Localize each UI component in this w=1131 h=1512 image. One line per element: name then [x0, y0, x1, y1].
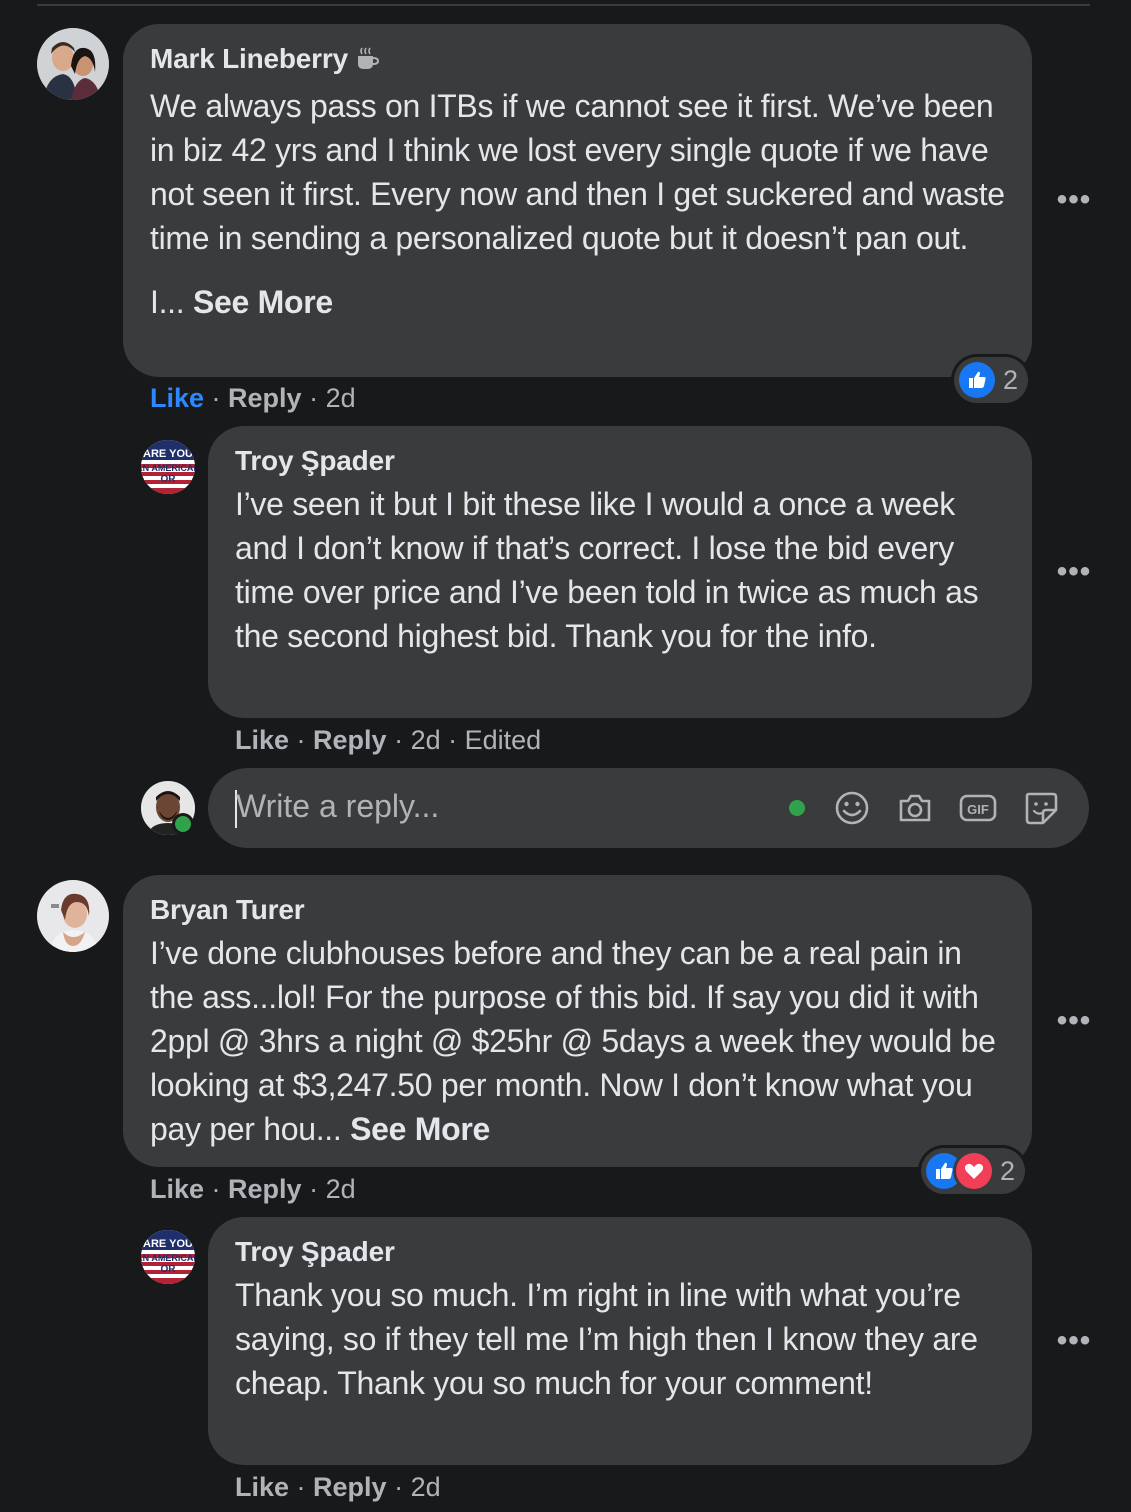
- author-name[interactable]: Bryan Turer: [150, 893, 1005, 927]
- comment-bubble: Bryan Turer I’ve done clubhouses before …: [123, 875, 1032, 1167]
- svg-text:OR: OR: [161, 1264, 177, 1275]
- timestamp[interactable]: 2d: [326, 1174, 356, 1204]
- svg-text:GIF: GIF: [967, 802, 989, 817]
- reply-placeholder: Write a reply...: [236, 788, 440, 824]
- timestamp[interactable]: 2d: [411, 725, 441, 755]
- author-name[interactable]: Mark Lineberry: [150, 43, 348, 74]
- svg-text:ARE YOU: ARE YOU: [143, 448, 193, 460]
- comment-actions: Like · Reply · 2d: [150, 1174, 356, 1204]
- comment-truncated-text: I...: [150, 284, 193, 320]
- profile-photo: ARE YOU AN AMERICAN OR: [141, 440, 195, 494]
- reaction-summary[interactable]: 2: [921, 1148, 1026, 1194]
- reply-button[interactable]: Reply: [313, 725, 387, 755]
- svg-text:AN AMERICAN: AN AMERICAN: [141, 1253, 195, 1263]
- author-name[interactable]: Troy Şpader: [235, 1235, 1005, 1269]
- reply-button[interactable]: Reply: [228, 383, 302, 413]
- active-status-dot: [789, 800, 805, 816]
- comments-thread: Mark Lineberry We always pass on ITBs if…: [0, 0, 1131, 1512]
- sticker-icon[interactable]: [1021, 788, 1061, 828]
- reply-input[interactable]: Write a reply... GIF: [208, 768, 1089, 848]
- profile-photo: [37, 28, 109, 100]
- coffee-cup-icon: [354, 46, 380, 80]
- profile-photo: [37, 880, 109, 952]
- timestamp[interactable]: 2d: [411, 1472, 441, 1502]
- reaction-count: 2: [1000, 1155, 1016, 1186]
- avatar-troy-spader[interactable]: ARE YOU AN AMERICAN OR: [141, 1230, 195, 1284]
- like-button[interactable]: Like: [235, 725, 289, 755]
- reply-button[interactable]: Reply: [313, 1472, 387, 1502]
- comment-text: I’ve seen it but I bit these like I woul…: [235, 486, 979, 654]
- reply-bubble: Troy Şpader Thank you so much. I’m right…: [208, 1217, 1032, 1465]
- gif-icon[interactable]: GIF: [958, 788, 998, 828]
- svg-text:OR: OR: [161, 474, 177, 485]
- like-button[interactable]: Like: [150, 383, 204, 413]
- see-more-link[interactable]: See More: [350, 1111, 490, 1147]
- comment-author[interactable]: Mark Lineberry: [150, 42, 1005, 80]
- comment-actions: Like · Reply · 2d: [150, 383, 356, 413]
- comment-text: I’ve done clubhouses before and they can…: [150, 931, 1005, 1151]
- reply-button[interactable]: Reply: [228, 1174, 302, 1204]
- comment-actions: Like · Reply · 2d: [235, 1472, 441, 1502]
- profile-photo: ARE YOU AN AMERICAN OR: [141, 1230, 195, 1284]
- love-reaction-icon: [956, 1153, 992, 1189]
- divider: [37, 4, 1090, 6]
- comment-text-more: I... See More: [150, 280, 1005, 324]
- camera-icon[interactable]: [895, 788, 935, 828]
- comment-truncated-text: I’ve done clubhouses before and they can…: [150, 935, 996, 1147]
- comment-actions: Like · Reply · 2d · Edited: [235, 725, 542, 755]
- more-options-icon[interactable]: •••: [1054, 557, 1094, 602]
- more-options-icon[interactable]: •••: [1054, 185, 1094, 230]
- avatar-mark-lineberry[interactable]: [37, 28, 109, 100]
- comment-text: We always pass on ITBs if we cannot see …: [150, 88, 1005, 256]
- like-reaction-icon: [959, 362, 995, 398]
- more-options-icon[interactable]: •••: [1054, 1006, 1094, 1051]
- more-options-icon[interactable]: •••: [1054, 1326, 1094, 1371]
- reply-bubble: Troy Şpader I’ve seen it but I bit these…: [208, 426, 1032, 718]
- avatar-troy-spader[interactable]: ARE YOU AN AMERICAN OR: [141, 440, 195, 494]
- author-name[interactable]: Troy Şpader: [235, 444, 1005, 478]
- comment-bubble: Mark Lineberry We always pass on ITBs if…: [123, 24, 1032, 377]
- comment-text: Thank you so much. I’m right in line wit…: [235, 1277, 978, 1401]
- like-button[interactable]: Like: [150, 1174, 204, 1204]
- emoji-icon[interactable]: [832, 788, 872, 828]
- reaction-count: 2: [1003, 364, 1019, 395]
- online-status-indicator: [175, 816, 191, 832]
- reaction-summary[interactable]: 2: [954, 357, 1029, 403]
- like-button[interactable]: Like: [235, 1472, 289, 1502]
- svg-text:AN AMERICAN: AN AMERICAN: [141, 463, 195, 473]
- timestamp[interactable]: 2d: [326, 383, 356, 413]
- see-more-link[interactable]: See More: [193, 284, 333, 320]
- avatar-bryan-turer[interactable]: [37, 880, 109, 952]
- svg-text:ARE YOU: ARE YOU: [143, 1238, 193, 1250]
- edited-label[interactable]: Edited: [465, 725, 542, 755]
